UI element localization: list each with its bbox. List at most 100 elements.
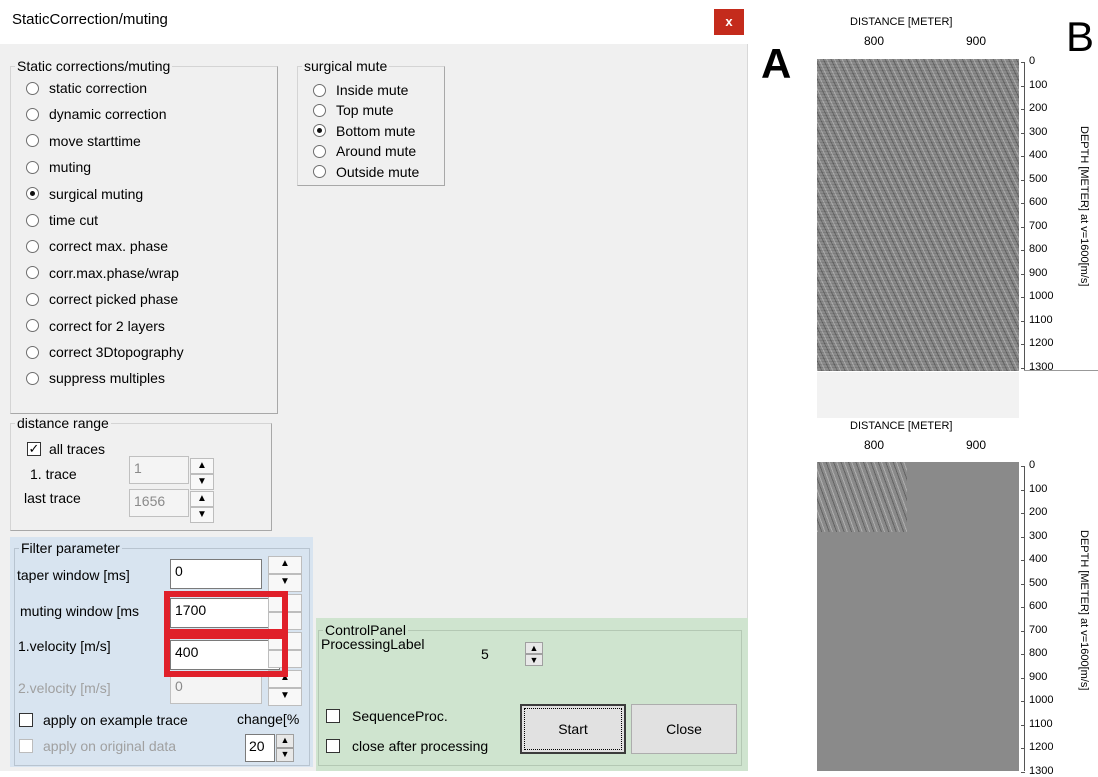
last-trace-down-icon[interactable]: ▼ (190, 507, 214, 523)
panel-a-y-tick-mark (1021, 297, 1025, 298)
close-window-button[interactable]: x (714, 9, 744, 35)
first-trace-up-icon[interactable]: ▲ (190, 458, 214, 474)
surgical-mute-option-label: Bottom mute (336, 122, 416, 139)
surgical-mute-option[interactable]: Around mute (313, 143, 416, 159)
processing-label-stepper[interactable]: ▲ ▼ (525, 642, 543, 666)
first-trace-stepper[interactable]: ▲ ▼ (190, 458, 214, 490)
static-correction-option[interactable]: surgical muting (26, 186, 143, 202)
panel-a-y-tick: 0 (1029, 55, 1036, 67)
close-button[interactable]: Close (631, 704, 737, 754)
taper-window-up-icon[interactable]: ▲ (268, 556, 302, 574)
panel-b-y-tick: 1100 (1029, 717, 1053, 730)
panel-a-y-tick: 800 (1029, 243, 1048, 255)
panel-a-y-tick-mark (1021, 203, 1025, 204)
static-correction-option-label: corr.max.phase/wrap (49, 264, 179, 281)
all-traces-row[interactable]: ✓ all traces (27, 441, 105, 457)
panel-a-y-tick-mark (1021, 320, 1025, 322)
surgical-mute-option-label: Outside mute (336, 163, 420, 180)
static-corrections-legend: Static corrections/muting (15, 58, 173, 74)
static-correction-radio[interactable] (26, 213, 39, 227)
surgical-mute-radio[interactable] (313, 124, 326, 138)
panel-b-y-tick: 900 (1029, 670, 1048, 683)
panel-a-x-tick: 900 (966, 34, 987, 48)
static-correction-option[interactable]: static correction (26, 80, 147, 96)
processing-down-icon[interactable]: ▼ (525, 654, 543, 666)
surgical-mute-radio[interactable] (313, 144, 326, 158)
panel-b-y-tick-mark (1021, 489, 1025, 491)
panel-b-y-tick-mark (1021, 748, 1025, 749)
static-correction-dialog: StaticCorrection/muting x Static correct… (0, 0, 748, 771)
static-correction-radio[interactable] (26, 107, 39, 121)
velocity1-label: 1.velocity [m/s] (18, 638, 111, 654)
static-correction-option[interactable]: correct 3Dtopography (26, 344, 184, 360)
filter-parameter-legend: Filter parameter (19, 540, 122, 556)
start-button[interactable]: Start (520, 704, 626, 754)
surgical-mute-option[interactable]: Inside mute (313, 82, 408, 98)
all-traces-checkbox[interactable]: ✓ (27, 442, 41, 456)
surgical-mute-option[interactable]: Bottom mute (313, 123, 415, 139)
static-correction-radio[interactable] (26, 187, 39, 201)
velocity2-field[interactable]: 0 (170, 674, 262, 704)
static-correction-radio[interactable] (26, 239, 39, 253)
change-percent-stepper[interactable]: ▲ ▼ (276, 734, 294, 762)
static-correction-radio[interactable] (26, 266, 39, 280)
close-after-row[interactable]: close after processing (326, 738, 488, 754)
last-trace-stepper[interactable]: ▲ ▼ (190, 491, 214, 523)
close-after-checkbox[interactable] (326, 739, 340, 753)
apply-example-row[interactable]: apply on example trace (19, 712, 188, 728)
sequence-proc-row[interactable]: SequenceProc. (326, 708, 448, 724)
surgical-mute-option[interactable]: Outside mute (313, 164, 419, 180)
apply-original-checkbox[interactable] (19, 739, 33, 753)
surgical-mute-radio[interactable] (313, 103, 326, 117)
panel-b-y-tick: 200 (1029, 506, 1048, 518)
panel-b-y-tick-mark (1021, 654, 1025, 655)
change-percent-field[interactable]: 20 (245, 734, 275, 762)
panel-a-x-tick: 800 (864, 34, 885, 48)
processing-label-field[interactable]: 5 (476, 642, 516, 668)
sequence-proc-checkbox[interactable] (326, 709, 340, 723)
panel-b-y-title: DEPTH [METER] at v=1600[m/s] (1078, 530, 1090, 691)
taper-window-down-icon[interactable]: ▼ (268, 574, 302, 592)
first-trace-down-icon[interactable]: ▼ (190, 474, 214, 490)
first-trace-field[interactable]: 1 (129, 456, 189, 484)
panel-b-y-tick-mark (1021, 607, 1025, 608)
change-percent-label: change[% (237, 711, 300, 727)
static-correction-radio[interactable] (26, 292, 39, 306)
static-correction-radio[interactable] (26, 319, 39, 333)
static-correction-option[interactable]: suppress multiples (26, 370, 165, 386)
static-correction-option[interactable]: muting (26, 159, 91, 175)
sequence-proc-label: SequenceProc. (352, 708, 448, 724)
panel-b-y-tick: 400 (1029, 553, 1048, 565)
surgical-mute-radio[interactable] (313, 165, 326, 179)
change-percent-down-icon[interactable]: ▼ (276, 748, 294, 762)
static-correction-option[interactable]: correct max. phase (26, 238, 168, 254)
static-correction-radio[interactable] (26, 160, 39, 174)
static-correction-radio[interactable] (26, 134, 39, 148)
all-traces-label: all traces (49, 441, 106, 457)
muting-window-label: muting window [ms (20, 603, 140, 619)
static-correction-option[interactable]: time cut (26, 212, 98, 228)
surgical-mute-radio[interactable] (313, 83, 326, 97)
last-trace-field[interactable]: 1656 (129, 489, 189, 517)
static-correction-option[interactable]: move starttime (26, 133, 141, 149)
static-correction-option-label: suppress multiples (49, 370, 165, 387)
apply-original-row[interactable]: apply on original data (19, 738, 176, 754)
surgical-mute-option[interactable]: Top mute (313, 102, 394, 118)
processing-up-icon[interactable]: ▲ (525, 642, 543, 654)
velocity2-down-icon[interactable]: ▼ (268, 688, 302, 706)
static-correction-radio[interactable] (26, 345, 39, 359)
static-correction-option[interactable]: correct for 2 layers (26, 318, 165, 334)
static-correction-option[interactable]: corr.max.phase/wrap (26, 265, 179, 281)
static-correction-radio[interactable] (26, 371, 39, 385)
apply-example-checkbox[interactable] (19, 713, 33, 727)
static-correction-option[interactable]: correct picked phase (26, 291, 178, 307)
taper-window-field[interactable]: 0 (170, 559, 262, 589)
change-percent-up-icon[interactable]: ▲ (276, 734, 294, 748)
panel-b-y-tick: 800 (1029, 647, 1048, 659)
panel-b-y-tick-mark (1021, 466, 1025, 467)
last-trace-up-icon[interactable]: ▲ (190, 491, 214, 507)
taper-window-stepper[interactable]: ▲ ▼ (268, 556, 302, 592)
static-correction-option[interactable]: dynamic correction (26, 106, 167, 122)
static-correction-radio[interactable] (26, 81, 39, 95)
surgical-mute-option-label: Around mute (336, 143, 417, 160)
